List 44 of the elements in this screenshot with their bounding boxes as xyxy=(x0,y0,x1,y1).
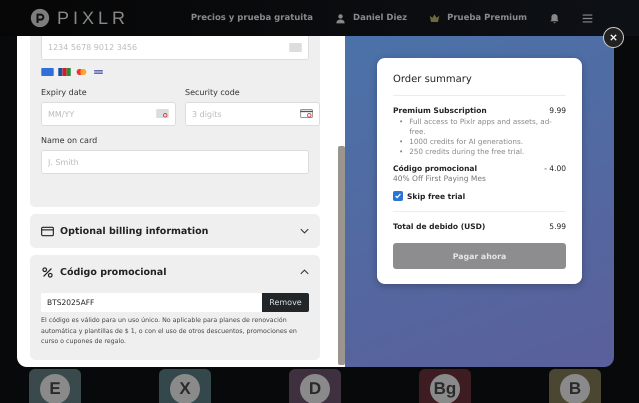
section-title: Optional billing information xyxy=(60,226,210,236)
app-letter: B xyxy=(560,374,590,403)
chevron-icon[interactable] xyxy=(300,228,309,234)
summary-title: Order summary xyxy=(393,74,473,85)
user-icon xyxy=(335,12,346,24)
security-code-field[interactable]: 3 digits xyxy=(185,102,320,126)
premium-link[interactable]: Prueba Premium xyxy=(429,12,527,24)
field-label: Security code xyxy=(185,88,241,97)
logo-icon xyxy=(30,8,50,28)
logo-text[interactable]: PIXLR xyxy=(57,8,130,28)
billing-section[interactable]: Optional billing information xyxy=(30,214,320,248)
nav-link[interactable]: Precios y prueba gratuita xyxy=(190,13,314,23)
card-icon xyxy=(300,109,313,118)
bell-icon[interactable] xyxy=(549,12,560,24)
remove-button[interactable]: Remove xyxy=(262,293,309,312)
user-menu[interactable]: Daniel Diez xyxy=(335,12,408,24)
card-icon xyxy=(41,226,54,236)
percent-icon xyxy=(41,266,54,278)
crown-icon xyxy=(429,12,440,24)
chevron-icon[interactable] xyxy=(300,269,309,275)
card-brand-icon xyxy=(41,68,54,76)
section-title: Código promocional xyxy=(60,266,168,278)
app-tile[interactable]: D xyxy=(289,369,341,403)
field-label: Expiry date xyxy=(41,88,88,97)
expiry-field[interactable]: MM/YY xyxy=(41,102,176,126)
app-letter: E xyxy=(40,374,70,403)
card-brand-icon xyxy=(92,68,105,76)
app-tile[interactable]: B xyxy=(549,369,601,403)
card-number-field[interactable]: 1234 5678 9012 3456 xyxy=(41,36,309,60)
card-brand-icon xyxy=(75,68,88,76)
app-tile[interactable]: Bg xyxy=(419,369,471,403)
app-letter: X xyxy=(170,374,200,403)
menu-icon[interactable] xyxy=(582,12,593,24)
field-label: Name on card xyxy=(41,136,98,145)
app-letter: Bg xyxy=(430,374,460,403)
app-letter: D xyxy=(300,374,330,403)
card-brand-icon xyxy=(58,68,71,76)
app-tile[interactable]: E xyxy=(29,369,81,403)
card-icon xyxy=(156,109,169,118)
card-icon xyxy=(289,43,302,52)
scrollbar-thumb[interactable] xyxy=(338,146,345,365)
checkbox[interactable] xyxy=(393,191,403,201)
close-icon xyxy=(609,33,618,42)
app-tile[interactable]: X xyxy=(159,369,211,403)
